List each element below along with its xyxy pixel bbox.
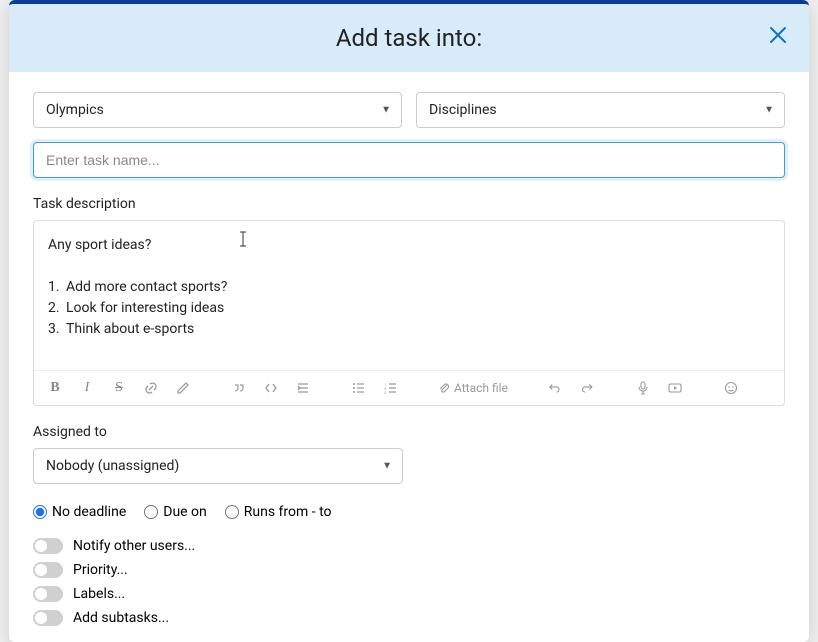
text-cursor-icon [238, 231, 248, 247]
emoji-button[interactable] [722, 379, 740, 397]
caret-down-icon: ▼ [382, 461, 392, 472]
close-icon [769, 26, 787, 44]
toggle-switch[interactable] [33, 610, 63, 626]
mic-button[interactable] [634, 379, 652, 397]
code-icon [264, 381, 278, 395]
list-item: 3.Think about e-sports [48, 319, 770, 340]
quote-button[interactable] [230, 379, 248, 397]
microphone-icon [636, 381, 650, 395]
radio-runs-from-to[interactable]: Runs from - to [225, 504, 332, 520]
task-name-input[interactable] [33, 142, 785, 178]
video-icon [668, 381, 682, 395]
radio-due-on[interactable]: Due on [144, 504, 207, 520]
svg-text:3: 3 [384, 390, 386, 395]
italic-button[interactable]: I [78, 379, 96, 397]
project-select-value: Olympics [46, 102, 104, 118]
emoji-icon [724, 381, 738, 395]
radio-no-deadline[interactable]: No deadline [33, 504, 126, 520]
bold-button[interactable]: B [46, 379, 64, 397]
toggle-labels[interactable]: Labels... [33, 586, 785, 602]
list-item: 1.Add more contact sports? [48, 277, 770, 298]
assigned-select[interactable]: Nobody (unassigned) ▼ [33, 448, 403, 484]
numbered-list-icon: 123 [384, 381, 398, 395]
assigned-select-value: Nobody (unassigned) [46, 458, 179, 474]
toggle-notify[interactable]: Notify other users... [33, 538, 785, 554]
video-button[interactable] [666, 379, 684, 397]
project-select[interactable]: Olympics ▼ [33, 92, 402, 128]
code-button[interactable] [262, 379, 280, 397]
caret-down-icon: ▼ [381, 105, 391, 116]
description-label: Task description [33, 196, 785, 212]
description-intro: Any sport ideas? [48, 235, 770, 256]
toggle-subtasks[interactable]: Add subtasks... [33, 610, 785, 626]
caret-down-icon: ▼ [764, 105, 774, 116]
modal-body: Olympics ▼ Disciplines ▼ Task descriptio… [9, 72, 809, 642]
undo-button[interactable] [546, 379, 564, 397]
redo-icon [580, 381, 594, 395]
highlight-button[interactable] [174, 379, 192, 397]
attach-file-button[interactable]: Attach file [438, 379, 508, 397]
paperclip-icon [438, 382, 450, 394]
bullet-list-icon [352, 381, 366, 395]
pencil-icon [176, 381, 190, 395]
list-select-value: Disciplines [429, 102, 497, 118]
link-icon [144, 381, 158, 395]
quote-icon [232, 381, 246, 395]
strikethrough-button[interactable]: S [110, 379, 128, 397]
list-item: 2.Look for interesting ideas [48, 298, 770, 319]
description-editor[interactable]: Any sport ideas? 1.Add more contact spor… [34, 221, 784, 370]
redo-button[interactable] [578, 379, 596, 397]
indent-icon [296, 381, 310, 395]
add-task-modal: Add task into: Olympics ▼ Disciplines ▼ … [9, 0, 809, 642]
link-button[interactable] [142, 379, 160, 397]
description-box: Any sport ideas? 1.Add more contact spor… [33, 220, 785, 406]
list-select[interactable]: Disciplines ▼ [416, 92, 785, 128]
indent-button[interactable] [294, 379, 312, 397]
toggle-switch[interactable] [33, 538, 63, 554]
assigned-label: Assigned to [33, 424, 785, 440]
modal-header: Add task into: [9, 4, 809, 72]
editor-toolbar: B I S [34, 370, 784, 405]
modal-title: Add task into: [336, 24, 482, 52]
attach-file-label: Attach file [454, 381, 508, 395]
close-button[interactable] [769, 26, 789, 46]
undo-icon [548, 381, 562, 395]
toggle-switch[interactable] [33, 562, 63, 578]
toggle-priority[interactable]: Priority... [33, 562, 785, 578]
deadline-radios: No deadline Due on Runs from - to [33, 504, 785, 520]
toggle-switch[interactable] [33, 586, 63, 602]
bullet-list-button[interactable] [350, 379, 368, 397]
numbered-list-button[interactable]: 123 [382, 379, 400, 397]
